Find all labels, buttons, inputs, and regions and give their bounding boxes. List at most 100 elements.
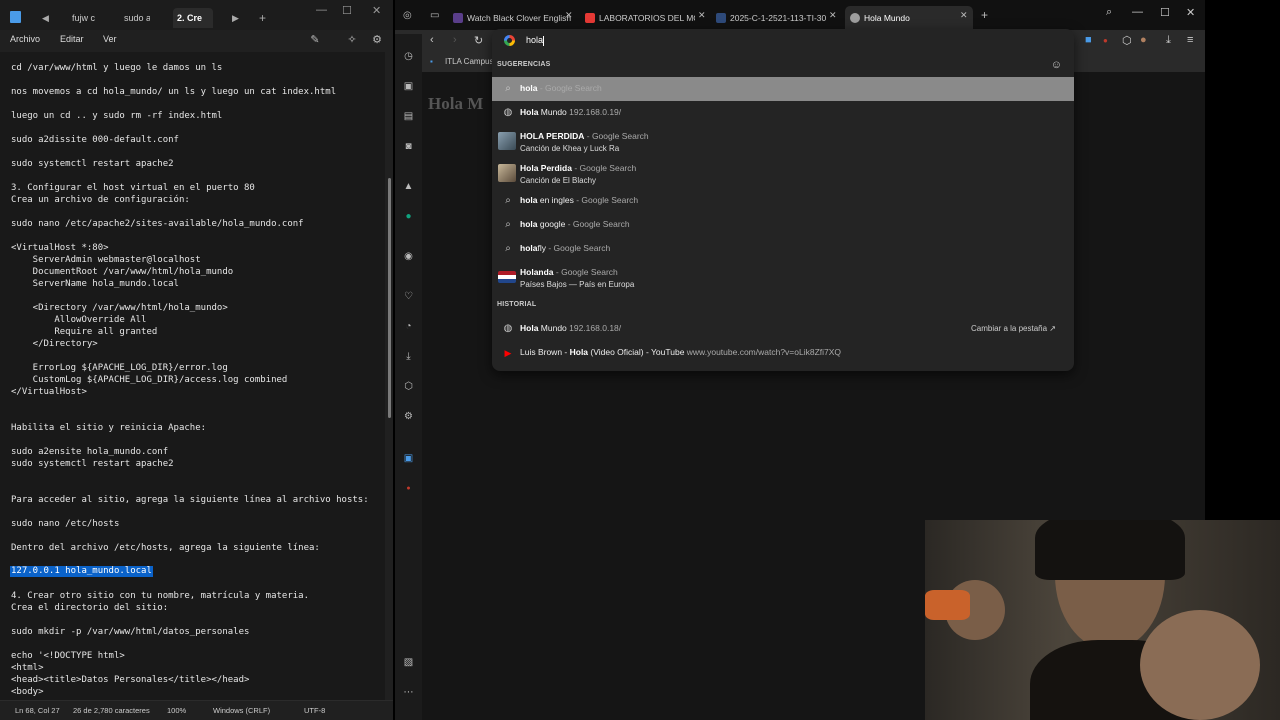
extensions-icon[interactable]: ⬡ [402, 380, 415, 393]
minimize-icon[interactable]: — [316, 4, 327, 16]
sidebar-toggle-icon[interactable]: ▧ [402, 656, 415, 669]
suggestion-row[interactable]: ⌕ holafly - Google Search [492, 237, 1074, 261]
menu-icon[interactable]: ≡ [1187, 34, 1193, 46]
browser-logo-icon[interactable]: ◎ [403, 10, 412, 21]
text-line: ServerAdmin webmaster@localhost [11, 255, 201, 265]
browser-tab-3[interactable]: 2025-C-1-2521-113-TI-303 [716, 8, 826, 28]
menu-ver[interactable]: Ver [103, 34, 117, 44]
scrollbar-thumb[interactable] [388, 178, 391, 418]
text-line: DocumentRoot /var/www/html/hola_mundo [11, 267, 234, 277]
minimize-icon[interactable]: — [1132, 6, 1143, 18]
tab-close-icon[interactable]: ✕ [829, 10, 837, 21]
suggestion-text: Holanda - Google Search [520, 267, 618, 277]
suggestion-row[interactable]: ⌕ hola google - Google Search [492, 213, 1074, 237]
instagram-icon[interactable]: ◙ [402, 140, 415, 153]
close-icon[interactable]: ✕ [1186, 6, 1195, 19]
browser-tab-active[interactable]: Hola Mundo [845, 6, 973, 30]
address-bar[interactable]: hola [492, 29, 1074, 53]
globe-icon: ◍ [503, 323, 513, 334]
ublock-icon[interactable]: ● [1103, 36, 1108, 45]
tab-scroll-left-icon[interactable]: ◀ [42, 8, 49, 28]
text-line: Crea un archivo de configuración: [11, 195, 190, 205]
tab-favicon [453, 13, 463, 23]
new-tab-icon[interactable]: + [981, 8, 988, 22]
download-icon[interactable]: ⤓ [1166, 34, 1171, 47]
menu-archivo[interactable]: Archivo [10, 34, 40, 44]
smiley-icon[interactable]: ☺ [1051, 59, 1062, 71]
address-input[interactable]: hola [526, 35, 545, 46]
suggestion-text: Hola Mundo 192.168.0.18/ [520, 323, 622, 333]
netherlands-flag-icon [498, 271, 516, 283]
tab-title: Hola Mundo [864, 13, 910, 23]
more-icon[interactable]: ⋯ [402, 686, 415, 699]
search-icon: ⌕ [505, 219, 511, 230]
back-icon[interactable]: ‹ [430, 34, 434, 46]
suggestion-row[interactable]: ⌕ hola - Google Search [492, 77, 1074, 101]
tab-favicon [850, 13, 860, 23]
avatar[interactable]: ● [1140, 34, 1147, 46]
format-icon[interactable]: ✎ [308, 33, 322, 47]
workspaces-icon[interactable]: ▭ [430, 10, 439, 21]
close-icon[interactable]: ✕ [372, 4, 381, 17]
history-row[interactable]: ◍ Hola Mundo 192.168.0.18/Cambiar a la pe… [492, 317, 1074, 341]
line-ending[interactable]: Windows (CRLF) [213, 706, 270, 715]
forward-icon[interactable]: › [453, 34, 457, 46]
search-icon: ⌕ [505, 243, 511, 254]
tab-close-icon[interactable]: ✕ [565, 10, 573, 21]
tab-close-icon[interactable]: ✕ [960, 10, 968, 21]
notepad-tab-2[interactable]: sudo a [124, 8, 150, 28]
app-a-icon[interactable]: ▲ [402, 180, 415, 193]
suggestions-header: SUGERENCIAS [497, 61, 551, 68]
history-icon[interactable]: ◔ [402, 320, 415, 333]
suggestion-row[interactable]: Hola Perdida - Google Search Canción de E… [492, 157, 1074, 189]
suggestion-row[interactable]: Holanda - Google Search Países Bajos — Pa… [492, 261, 1074, 293]
app-translate-icon[interactable]: ▣ [402, 452, 415, 465]
suggestion-text: hola google - Google Search [520, 219, 630, 229]
notepad-tab-1[interactable]: fujw c [72, 8, 98, 28]
browser-tab-2[interactable]: LABORATORIOS DEL MODI [585, 8, 695, 28]
twitch-icon[interactable]: ▤ [402, 110, 415, 123]
extension-icon[interactable]: ■ [1085, 34, 1092, 46]
history-row[interactable]: ▶ Luis Brown - Hola (Video Oficial) - You… [492, 341, 1074, 365]
tab-favicon [716, 13, 726, 23]
tab-close-icon[interactable]: ✕ [698, 10, 706, 21]
app-red-icon[interactable]: ● [402, 482, 415, 495]
settings-gear-icon[interactable]: ⚙ [370, 33, 384, 47]
suggestion-row[interactable]: ⌕ hola en ingles - Google Search [492, 189, 1074, 213]
new-tab-icon[interactable]: + [259, 8, 266, 28]
zoom-level[interactable]: 100% [167, 706, 186, 715]
speed-dial-icon[interactable]: ◷ [402, 50, 415, 63]
menu-editar[interactable]: Editar [60, 34, 84, 44]
tab-favicon [585, 13, 595, 23]
copilot-icon[interactable]: ✧ [345, 33, 359, 47]
encoding[interactable]: UTF-8 [304, 706, 325, 715]
browser-tab-1[interactable]: Watch Black Clover English [453, 8, 573, 28]
reload-icon[interactable]: ↻ [474, 34, 483, 47]
notepad-tab-3[interactable]: 2. Cre [173, 8, 213, 28]
store-icon[interactable]: ▣ [402, 80, 415, 93]
text-line: sudo nano /etc/hosts [11, 519, 120, 529]
notepad-app-icon [10, 11, 21, 23]
switch-to-tab-button[interactable]: Cambiar a la pestaña ↗ [971, 324, 1056, 333]
settings-icon[interactable]: ⚙ [402, 410, 415, 423]
suggestion-row[interactable]: ◍ Hola Mundo 192.168.0.19/ [492, 101, 1074, 125]
bookmark-itla[interactable]: ITLA Campus [445, 57, 493, 66]
tab-scroll-right-icon[interactable]: ▶ [232, 8, 239, 28]
search-icon[interactable]: ⌕ [1106, 6, 1112, 19]
chatgpt-icon[interactable]: ● [402, 210, 415, 223]
notepad-scrollbar[interactable] [386, 52, 393, 700]
extensions-cube-icon[interactable]: ⬡ [1122, 34, 1132, 47]
maximize-icon[interactable]: ☐ [1160, 6, 1170, 19]
player-icon[interactable]: ◉ [402, 250, 415, 263]
downloads-icon[interactable]: ⤓ [402, 350, 415, 363]
suggestion-description: Canción de Khea y Luck Ra [520, 144, 620, 153]
suggestion-row[interactable]: HOLA PERDIDA - Google Search Canción de K… [492, 125, 1074, 157]
heart-icon[interactable]: ♡ [402, 290, 415, 303]
suggestion-text: Luis Brown - Hola (Video Oficial) - YouT… [520, 347, 842, 357]
cursor-position: Ln 68, Col 27 [15, 706, 60, 715]
maximize-icon[interactable]: ☐ [342, 4, 352, 17]
text-line: sudo mkdir -p /var/www/html/datos_person… [11, 627, 250, 637]
text-line: nos movemos a cd hola_mundo/ un ls y lue… [11, 87, 337, 97]
notepad-text-area[interactable]: cd /var/www/html y luego le damos un ls n… [0, 52, 385, 700]
text-line: Require all granted [11, 327, 158, 337]
